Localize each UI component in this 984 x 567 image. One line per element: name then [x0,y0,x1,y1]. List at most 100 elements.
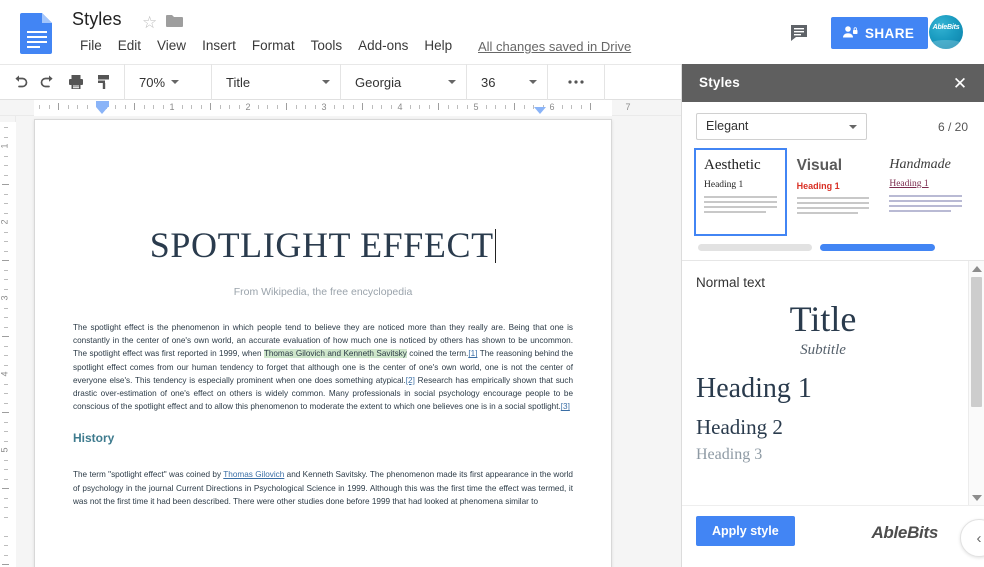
reference-link-2[interactable]: [2] [406,376,415,385]
style-counter: 6 / 20 [937,120,968,134]
ruler-number: 4 [397,102,403,112]
style-card-visual[interactable]: Visual Heading 1 [786,148,880,236]
menu-edit[interactable]: Edit [110,37,149,54]
document-subtitle[interactable]: From Wikipedia, the free encyclopedia [35,286,611,298]
ruler-number-vertical: 5 [0,447,10,453]
menu-addons[interactable]: Add-ons [350,37,416,54]
document-heading-title[interactable]: SPOTLIGHT EFFECT [35,224,611,266]
sidebar-title: Styles [699,75,740,90]
apply-style-button[interactable]: Apply style [696,516,795,546]
style-pagination [682,236,984,260]
menu-help[interactable]: Help [416,37,460,54]
pagination-page-2[interactable] [820,244,935,251]
share-lock-person-icon [842,24,858,43]
ablebits-brand: AbleBits [871,523,938,542]
ruler-number: 2 [245,102,251,112]
toolbar-group-font: Georgia [341,64,467,100]
zoom-selector[interactable]: 70% [131,68,205,96]
toolbar-group-size: 36 [467,64,548,100]
style-card-name: Aesthetic [704,157,761,173]
para1-part-b: coined the term. [406,349,469,359]
right-indent-marker[interactable] [534,107,546,114]
paint-format-icon[interactable] [90,68,118,96]
menu-file[interactable]: File [72,37,110,54]
style-card-list: Aesthetic Heading 1 Visual Heading 1 Han… [694,148,973,236]
sidebar-footer: Apply style AbleBits ‹ [682,505,984,557]
preview-heading-2: Heading 2 [696,415,783,439]
font-family-value: Georgia [355,74,402,90]
document-heading-history[interactable]: History [73,431,573,445]
style-preview-content: Normal text Title Subtitle Heading 1 Hea… [682,261,968,505]
style-card-lines [704,196,777,213]
ruler-number-vertical: 4 [0,371,10,377]
toolbar-group-style: Title [212,64,341,100]
font-family-selector[interactable]: Georgia [347,68,460,96]
style-preview-pane[interactable]: Normal text Title Subtitle Heading 1 Hea… [682,260,984,505]
avatar[interactable]: AbleBits [929,15,963,49]
vertical-ruler[interactable]: 1 2 3 4 5 [0,116,16,567]
style-set-dropdown[interactable]: Elegant [696,113,867,140]
styles-sidebar: Styles ✕ Elegant 6 / 20 Aesthetic Headin… [681,64,984,567]
collapse-sidebar-button[interactable]: ‹ [960,519,984,557]
style-card-lines [796,197,870,214]
menu-tools[interactable]: Tools [303,37,351,54]
ruler-number-vertical: 3 [0,295,10,301]
comments-icon[interactable] [789,22,811,49]
thomas-gilovich-link[interactable]: Thomas Gilovich [223,470,284,479]
reference-link-3[interactable]: [3] [561,402,570,411]
chevron-down-icon [322,80,330,84]
menu-format[interactable]: Format [244,37,303,54]
preview-scrollbar[interactable] [968,261,984,505]
style-card-name: Visual [796,157,843,174]
print-icon[interactable] [62,68,90,96]
style-card-handmade[interactable]: Handmade Heading 1 [879,148,973,236]
style-card-heading: Heading 1 [796,181,840,191]
scrollbar-thumb[interactable] [971,277,982,407]
style-card-aesthetic[interactable]: Aesthetic Heading 1 [694,148,787,236]
left-indent-marker[interactable] [96,107,108,114]
font-size-selector[interactable]: 36 [473,68,541,96]
folder-icon[interactable] [166,14,183,33]
toolbar-group-history [0,64,125,100]
scroll-down-icon[interactable] [972,495,982,501]
toolbar-group-zoom: 70% [125,64,212,100]
avatar-wave [929,40,963,49]
ruler-number: 3 [321,102,327,112]
document-title[interactable]: Styles [72,9,122,30]
para2-part-a: The term "spotlight effect" was coined b… [73,470,224,480]
ruler-number-vertical: 2 [0,219,10,225]
style-card-lines [889,195,963,212]
menu-insert[interactable]: Insert [194,37,244,54]
docs-logo-icon [18,11,56,55]
preview-title: Title [789,299,857,339]
more-options-icon[interactable] [562,68,590,96]
vruler-page-area [0,122,16,567]
share-button[interactable]: SHARE [831,17,929,49]
document-paragraph-1[interactable]: The spotlight effect is the phenomenon i… [73,321,573,413]
scroll-up-icon[interactable] [972,266,982,272]
save-status[interactable]: All changes saved in Drive [478,39,631,54]
document-canvas[interactable]: SPOTLIGHT EFFECT From Wikipedia, the fre… [16,116,681,567]
document-paragraph-2[interactable]: The term "spotlight effect" was coined b… [73,468,573,508]
document-title-text: SPOTLIGHT EFFECT [149,225,494,265]
preview-normal-text: Normal text [696,275,766,290]
chevron-down-icon [849,125,857,129]
star-icon[interactable]: ☆ [142,14,157,31]
chevron-down-icon [448,80,456,84]
document-page[interactable]: SPOTLIGHT EFFECT From Wikipedia, the fre… [34,119,612,567]
undo-icon[interactable] [6,68,34,96]
style-card-name: Handmade [889,157,951,172]
horizontal-ruler[interactable]: 1 2 3 4 5 6 7 [0,100,681,116]
redo-icon[interactable] [34,68,62,96]
paragraph-style-selector[interactable]: Title [218,68,334,96]
ruler-number-vertical: 1 [0,143,10,149]
preview-heading-3: Heading 3 [696,446,763,463]
share-button-label: SHARE [865,25,915,41]
pagination-page-1[interactable] [698,244,812,251]
sidebar-header: Styles ✕ [682,64,984,102]
ruler-number: 1 [169,102,175,112]
close-icon[interactable]: ✕ [949,72,971,94]
menu-view[interactable]: View [149,37,194,54]
chevron-down-icon [529,80,537,84]
zoom-value: 70% [139,74,166,90]
